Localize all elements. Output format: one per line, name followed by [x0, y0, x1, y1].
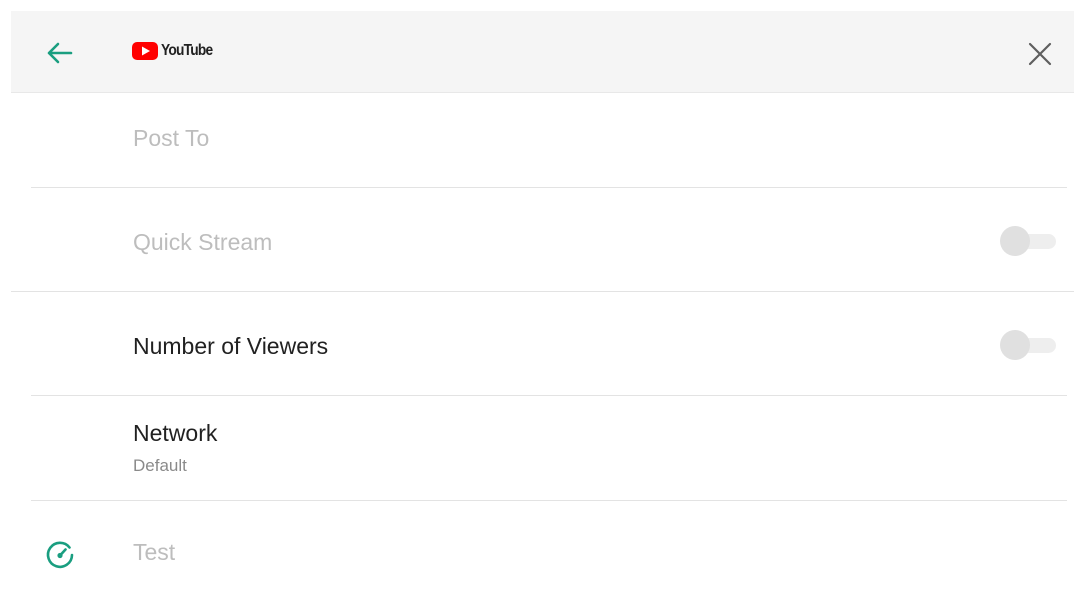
back-button[interactable] — [39, 35, 79, 71]
stream-settings-panel: YouTube Post To Quick Stream Number of V… — [11, 11, 1074, 607]
youtube-logo: YouTube — [131, 41, 221, 61]
test-row[interactable]: Test — [11, 501, 1074, 607]
close-button[interactable] — [1023, 37, 1057, 71]
network-row[interactable]: Network Default — [11, 396, 1074, 500]
quick-stream-label: Quick Stream — [133, 229, 273, 255]
post-to-label: Post To — [133, 125, 210, 151]
network-value: Default — [133, 456, 187, 475]
speedometer-icon — [44, 539, 76, 571]
number-of-viewers-label: Number of Viewers — [133, 333, 329, 359]
post-to-row[interactable]: Post To — [11, 93, 1074, 187]
top-bar: YouTube — [11, 11, 1074, 93]
youtube-wordmark: YouTube — [161, 42, 213, 59]
toggle-thumb — [1000, 226, 1030, 256]
quick-stream-toggle[interactable] — [1000, 224, 1058, 258]
close-icon — [1028, 42, 1052, 66]
number-of-viewers-row[interactable]: Number of Viewers — [11, 292, 1074, 395]
number-of-viewers-toggle[interactable] — [1000, 328, 1058, 362]
youtube-play-icon — [131, 41, 159, 61]
toggle-thumb — [1000, 330, 1030, 360]
test-label: Test — [133, 539, 176, 565]
quick-stream-row[interactable]: Quick Stream — [11, 188, 1074, 291]
network-label: Network — [133, 420, 218, 446]
arrow-left-icon — [45, 41, 73, 65]
